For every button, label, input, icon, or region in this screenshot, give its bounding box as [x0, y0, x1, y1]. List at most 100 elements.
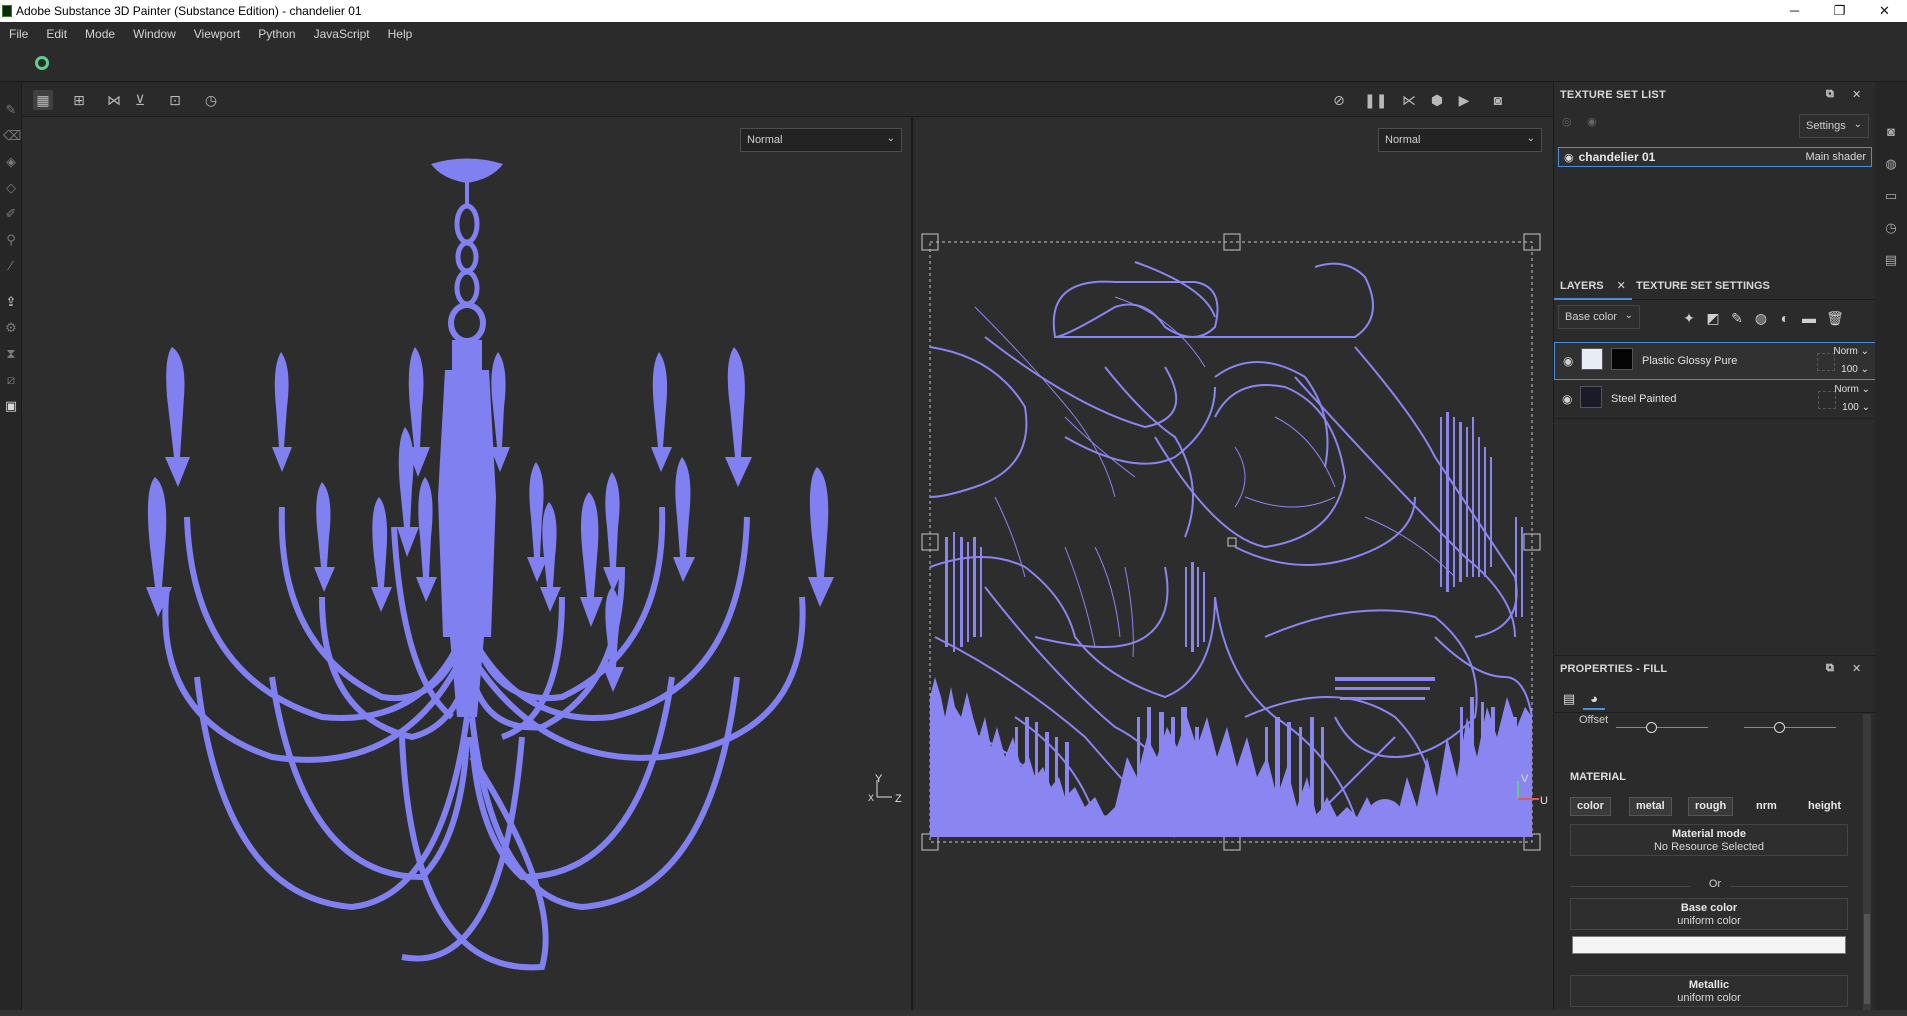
tab-tss-label: TEXTURE SET SETTINGS [1636, 280, 1770, 292]
snapshot-icon[interactable]: ◙ [1488, 90, 1508, 110]
menu-help[interactable]: Help [379, 27, 422, 41]
properties-header: PROPERTIES - FILL ⧉ ✕ [1554, 655, 1876, 681]
clone-icon[interactable]: ⚲ [3, 232, 19, 248]
add-effect-icon[interactable]: ✦ [1680, 309, 1698, 327]
offset-slider-u-knob[interactable] [1646, 722, 1657, 733]
layer-item[interactable]: ◉ Steel Painted Norm ⌄ 100 ⌄ [1554, 381, 1876, 419]
eye-icon[interactable]: ◉ [1562, 392, 1572, 406]
offset-slider-v-knob[interactable] [1774, 722, 1785, 733]
add-folder-icon[interactable]: ▬ [1800, 309, 1818, 327]
camera-icon[interactable]: ▶ [1454, 90, 1474, 110]
pause-icon[interactable]: ❚❚ [1364, 90, 1387, 110]
add-smart-material-icon[interactable]: ◐ [1776, 309, 1794, 327]
layer-item[interactable]: ◉ Plastic Glossy Pure Norm ⌄ 100 ⌄ [1554, 342, 1876, 380]
paint-brush-icon[interactable]: ✎ [3, 102, 19, 118]
mirror-y-icon[interactable]: ⊻ [130, 90, 150, 110]
menu-mode[interactable]: Mode [76, 27, 124, 41]
menu-python[interactable]: Python [249, 27, 304, 41]
menu-window[interactable]: Window [124, 27, 185, 41]
add-mask-icon[interactable]: ◩ [1704, 309, 1722, 327]
layer-opacity[interactable]: 100 ⌄ [1842, 402, 1870, 413]
home-icon[interactable] [35, 56, 49, 70]
export-icon[interactable]: ⇪ [3, 294, 19, 310]
add-paint-layer-icon[interactable]: ✎ [1728, 309, 1746, 327]
history-icon[interactable]: ◷ [201, 90, 221, 110]
minimize-button[interactable]: ─ [1772, 3, 1817, 19]
layer-blend-mode[interactable]: Norm ⌄ [1833, 346, 1869, 357]
layout-grid-icon[interactable]: ⊞ [69, 90, 89, 110]
texture-set-item[interactable]: ◉ chandelier 01 Main shader [1558, 147, 1872, 167]
menu-edit[interactable]: Edit [37, 27, 76, 41]
channel-nrm-toggle[interactable]: nrm [1749, 797, 1784, 816]
menu-bar: File Edit Mode Window Viewport Python Ja… [0, 22, 1907, 46]
properties-scrollbar[interactable] [1863, 714, 1871, 1014]
eye-hidden-icon[interactable]: ◎ [1562, 115, 1572, 128]
properties-scrollbar-thumb[interactable] [1864, 914, 1870, 1004]
tab-layers[interactable]: LAYERS ✕ [1554, 272, 1632, 300]
close-panel-icon[interactable]: ✕ [1852, 662, 1861, 675]
mirror-x-icon[interactable]: ⋈ [104, 90, 124, 110]
channel-select[interactable]: Base color ⌄ [1558, 305, 1640, 329]
hide-overlays-icon[interactable]: ⊘ [1329, 90, 1349, 110]
uv-icon[interactable]: ⧄ [3, 372, 19, 388]
split-view-icon[interactable]: ⋉ [1399, 90, 1419, 110]
texture-set-icon[interactable]: ◙ [1883, 124, 1899, 140]
add-frame-icon[interactable]: ⊡ [165, 90, 185, 110]
layer-mask-slot[interactable] [1818, 391, 1836, 409]
metallic-button[interactable]: Metallic uniform color [1570, 975, 1848, 1007]
layout-single-icon[interactable]: ▦ [33, 90, 53, 110]
eye-icon[interactable]: ◉ [1587, 115, 1597, 128]
eraser-icon[interactable]: ⌫ [3, 128, 21, 144]
material-mode-button[interactable]: Material mode No Resource Selected [1570, 824, 1848, 856]
channel-rough-toggle[interactable]: rough [1688, 797, 1734, 816]
texture-set-name: chandelier 01 [1578, 150, 1656, 164]
base-color-button[interactable]: Base color uniform color [1570, 898, 1848, 930]
texture-set-settings-select[interactable]: Settings ⌄ [1799, 114, 1869, 138]
texture-set-shader[interactable]: Main shader [1805, 151, 1866, 163]
metallic-value: uniform color [1677, 992, 1741, 1004]
channel-metal-toggle[interactable]: metal [1629, 797, 1672, 816]
delete-layer-icon[interactable]: 🗑 [1826, 309, 1844, 327]
float-panel-icon[interactable]: ⧉ [1826, 662, 1834, 675]
log-icon[interactable]: ▤ [1883, 252, 1899, 268]
offset-slider-v[interactable] [1744, 727, 1836, 728]
close-tab-icon[interactable]: ✕ [1617, 280, 1626, 292]
close-panel-icon[interactable]: ✕ [1852, 88, 1861, 101]
channel-color-toggle[interactable]: color [1570, 797, 1611, 816]
add-fill-layer-icon[interactable]: ◍ [1752, 309, 1770, 327]
picker-icon[interactable]: ⁄ [3, 258, 19, 274]
tab-texture-set-settings[interactable]: TEXTURE SET SETTINGS [1630, 272, 1776, 300]
close-button[interactable]: ✕ [1862, 3, 1907, 19]
assets-icon[interactable]: ▭ [1883, 188, 1899, 204]
base-color-value: uniform color [1677, 915, 1741, 927]
layer-name: Steel Painted [1611, 393, 1677, 405]
maximize-button[interactable]: ❐ [1817, 3, 1862, 19]
fill-settings-icon[interactable]: ▤ [1558, 688, 1580, 710]
cube-icon[interactable]: ⬢ [1427, 90, 1447, 110]
projection-icon[interactable]: ◈ [3, 154, 19, 170]
shader-icon[interactable]: ◍ [1883, 156, 1899, 172]
menu-javascript[interactable]: JavaScript [305, 27, 379, 41]
history-icon[interactable]: ◷ [1883, 220, 1899, 236]
base-color-swatch[interactable] [1572, 936, 1846, 954]
layer-opacity[interactable]: 100 ⌄ [1841, 364, 1869, 375]
layer-blend-mode[interactable]: Norm ⌄ [1834, 384, 1870, 395]
settings-icon[interactable]: ⚙ [3, 320, 19, 336]
channel-height-toggle[interactable]: height [1801, 797, 1848, 816]
float-panel-icon[interactable]: ⧉ [1826, 88, 1834, 101]
offset-slider-u[interactable] [1616, 727, 1708, 728]
menu-file[interactable]: File [0, 27, 37, 41]
properties-title: PROPERTIES - FILL [1560, 662, 1668, 675]
bake-icon[interactable]: ⧗ [3, 346, 19, 362]
chevron-down-icon: ⌄ [1624, 310, 1633, 321]
viewport-3d[interactable]: Normal ⌄ Y X Z [22, 117, 913, 1010]
material-icon[interactable]: ◕ [1583, 688, 1605, 710]
eye-icon[interactable]: ◉ [1564, 151, 1574, 164]
layer-mask-slot[interactable] [1817, 353, 1835, 371]
screenshot-icon[interactable]: ▣ [3, 398, 19, 414]
eye-icon[interactable]: ◉ [1563, 354, 1573, 368]
menu-viewport[interactable]: Viewport [185, 27, 249, 41]
viewport-2d[interactable]: Normal ⌄ V U [915, 117, 1553, 1010]
smudge-icon[interactable]: ✐ [3, 206, 19, 222]
polygon-fill-icon[interactable]: ◇ [3, 180, 19, 196]
